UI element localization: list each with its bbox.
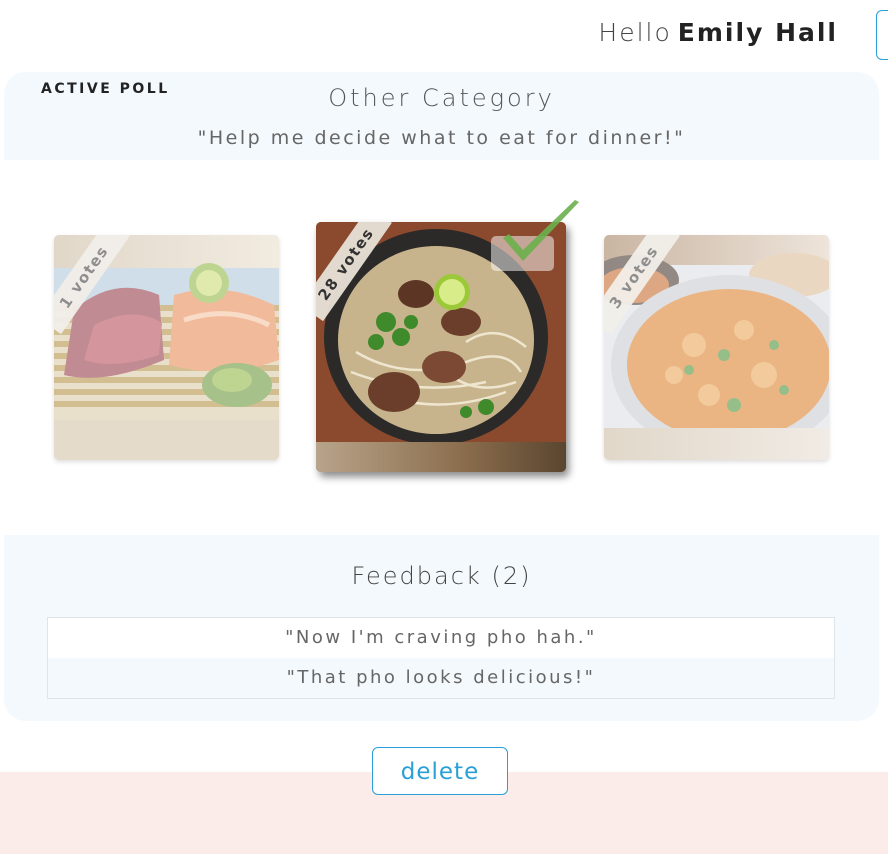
header-menu-button[interactable] bbox=[876, 10, 888, 60]
feedback-title: Feedback (2) bbox=[351, 562, 532, 590]
feedback-item: "Now I'm craving pho hah." bbox=[285, 627, 597, 648]
feedback-list: "Now I'm craving pho hah." "That pho loo… bbox=[47, 617, 835, 699]
poll-option-sashimi[interactable]: 1 votes bbox=[54, 235, 279, 460]
poll-category: Other Category bbox=[328, 84, 555, 112]
delete-button[interactable]: delete bbox=[372, 747, 508, 795]
poll-header: ACTIVE POLL Other Category "Help me deci… bbox=[4, 72, 879, 160]
user-name: Emily Hall bbox=[677, 18, 838, 47]
feedback-item: "That pho looks delicious!" bbox=[48, 658, 834, 698]
feedback-section: Feedback (2) "Now I'm craving pho hah." … bbox=[4, 535, 879, 721]
greeting-text: Hello bbox=[598, 18, 672, 47]
poll-option-curry[interactable]: 3 votes bbox=[604, 235, 829, 460]
checkmark-icon bbox=[503, 200, 579, 261]
greeting: Hello Emily Hall bbox=[598, 18, 838, 47]
poll-page: Hello Emily Hall ACTIVE POLL Other Catego… bbox=[0, 0, 888, 854]
poll-question: "Help me decide what to eat for dinner!" bbox=[197, 127, 686, 149]
